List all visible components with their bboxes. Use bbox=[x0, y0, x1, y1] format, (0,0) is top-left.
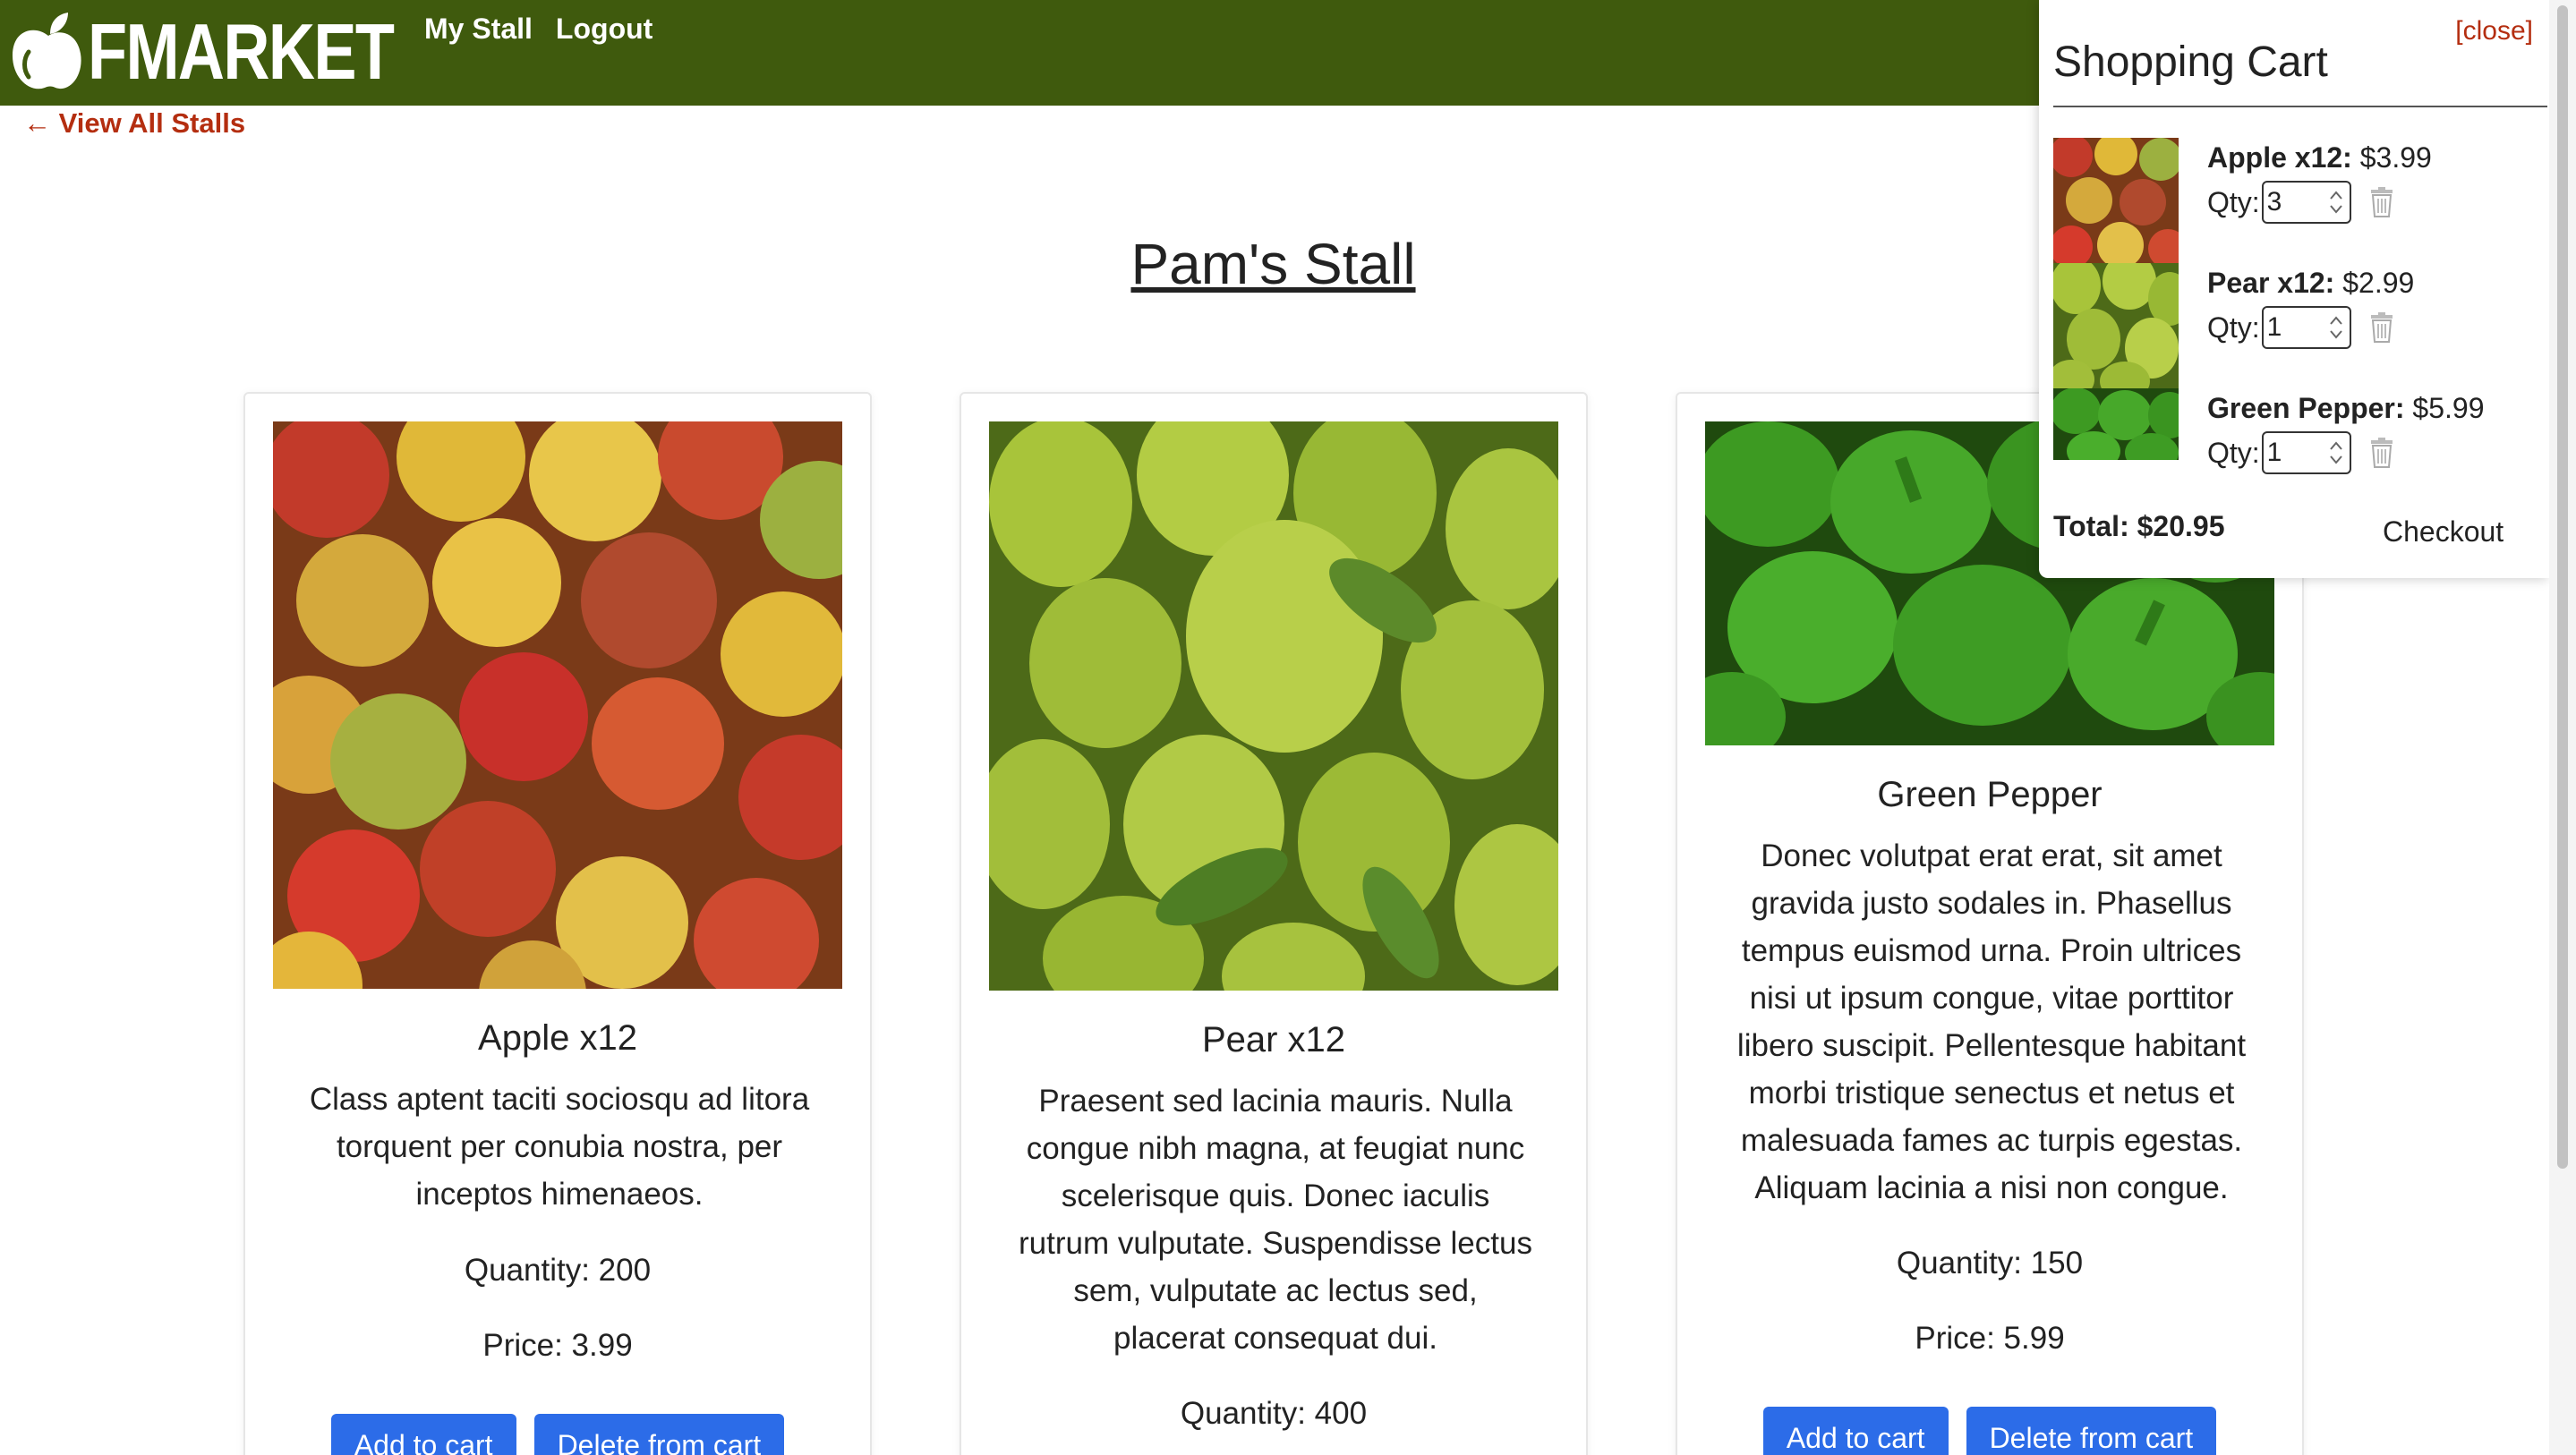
view-all-stalls-link[interactable]: ← View All Stalls bbox=[23, 107, 245, 140]
cart-divider bbox=[2053, 106, 2547, 107]
checkout-button[interactable]: Checkout bbox=[2383, 515, 2503, 549]
shopping-cart-panel: [close] Shopping Cart Apple x12: $3.99 Q… bbox=[2039, 0, 2549, 578]
product-description: Class aptent taciti sociosqu ad litora t… bbox=[309, 1082, 810, 1212]
nav-logout[interactable]: Logout bbox=[556, 13, 653, 46]
cart-item-price: $3.99 bbox=[2359, 141, 2432, 174]
cart-item-green-pepper: Green Pepper: $5.99 Qty: 1 bbox=[2053, 388, 2537, 514]
product-description: Donec volutpat erat erat, sit amet gravi… bbox=[1736, 838, 2247, 1205]
product-actions: Add to cart Delete from cart bbox=[245, 1414, 870, 1455]
cart-item-qty-row: Qty: 3 bbox=[2207, 181, 2396, 224]
quantity-value: 1 bbox=[2266, 438, 2282, 467]
delete-from-cart-button[interactable]: Delete from cart bbox=[1966, 1407, 2217, 1455]
qty-label: Qty: bbox=[2207, 185, 2260, 218]
product-description: Praesent sed lacinia mauris. Nulla congu… bbox=[1019, 1084, 1532, 1356]
quantity-stepper[interactable]: 1 bbox=[2261, 306, 2351, 349]
cart-item-title: Apple x12: $3.99 bbox=[2207, 141, 2432, 174]
logo-text: FMARKET bbox=[88, 7, 395, 96]
main-nav: My Stall Logout bbox=[424, 13, 653, 46]
product-card-apple: Apple x12 Class aptent taciti sociosqu a… bbox=[243, 392, 872, 1455]
cart-item-price: $5.99 bbox=[2412, 392, 2485, 424]
cart-item-name: Green Pepper: bbox=[2207, 392, 2405, 424]
add-to-cart-button[interactable]: Add to cart bbox=[330, 1414, 516, 1455]
cart-title: Shopping Cart bbox=[2053, 38, 2328, 86]
trash-icon[interactable] bbox=[2367, 437, 2396, 469]
quantity-value: 1 bbox=[2266, 312, 2282, 342]
product-name: Pear x12 bbox=[1201, 1020, 1346, 1059]
page-scrollbar[interactable] bbox=[2549, 0, 2576, 1455]
scrollbar-thumb[interactable] bbox=[2557, 5, 2568, 1169]
apple-logo-icon bbox=[13, 13, 81, 89]
product-image-pear bbox=[989, 421, 1558, 991]
product-price: Price: 3.99 bbox=[482, 1328, 633, 1363]
stepper-arrows-icon[interactable] bbox=[2328, 313, 2344, 342]
quantity-stepper[interactable]: 3 bbox=[2261, 181, 2351, 224]
stepper-arrows-icon[interactable] bbox=[2328, 188, 2344, 217]
product-quantity: Quantity: 400 bbox=[1180, 1396, 1368, 1431]
product-price: Price: 5.99 bbox=[1915, 1321, 2065, 1356]
add-to-cart-button[interactable]: Add to cart bbox=[1762, 1407, 1949, 1455]
cart-item-qty-row: Qty: 1 bbox=[2207, 431, 2396, 474]
cart-item-price: $2.99 bbox=[2342, 267, 2415, 299]
delete-from-cart-button[interactable]: Delete from cart bbox=[533, 1414, 785, 1455]
quantity-value: 3 bbox=[2266, 187, 2282, 217]
cart-item-name: Pear x12: bbox=[2207, 267, 2335, 299]
product-card-pear: Pear x12 Praesent sed lacinia mauris. Nu… bbox=[960, 392, 1588, 1455]
product-quantity: Quantity: 200 bbox=[464, 1253, 652, 1288]
stepper-arrows-icon[interactable] bbox=[2328, 438, 2344, 467]
cart-close-button[interactable]: [close] bbox=[2455, 16, 2533, 47]
trash-icon[interactable] bbox=[2367, 311, 2396, 344]
product-name: Apple x12 bbox=[478, 1018, 637, 1058]
cart-item-pear: Pear x12: $2.99 Qty: 1 bbox=[2053, 263, 2537, 388]
quantity-stepper[interactable]: 1 bbox=[2261, 431, 2351, 474]
cart-item-title: Pear x12: $2.99 bbox=[2207, 267, 2414, 300]
cart-thumb-green-pepper bbox=[2053, 388, 2179, 460]
cart-thumb-pear bbox=[2053, 263, 2179, 388]
cart-item-name: Apple x12: bbox=[2207, 141, 2352, 174]
product-actions: Add to cart Delete from cart bbox=[1677, 1407, 2302, 1455]
nav-my-stall[interactable]: My Stall bbox=[424, 13, 533, 46]
trash-icon[interactable] bbox=[2367, 186, 2396, 218]
qty-label: Qty: bbox=[2207, 311, 2260, 344]
product-quantity: Quantity: 150 bbox=[1896, 1246, 2084, 1281]
cart-total: Total: $20.95 bbox=[2053, 510, 2225, 542]
cart-thumb-apple bbox=[2053, 138, 2179, 263]
cart-item-qty-row: Qty: 1 bbox=[2207, 306, 2396, 349]
cart-item-title: Green Pepper: $5.99 bbox=[2207, 392, 2484, 425]
qty-label: Qty: bbox=[2207, 436, 2260, 469]
cart-item-apple: Apple x12: $3.99 Qty: 3 bbox=[2053, 138, 2537, 263]
product-image-apple bbox=[273, 421, 842, 989]
fmarket-logo[interactable]: FMARKET bbox=[9, 9, 460, 95]
product-name: Green Pepper bbox=[1877, 775, 2103, 814]
